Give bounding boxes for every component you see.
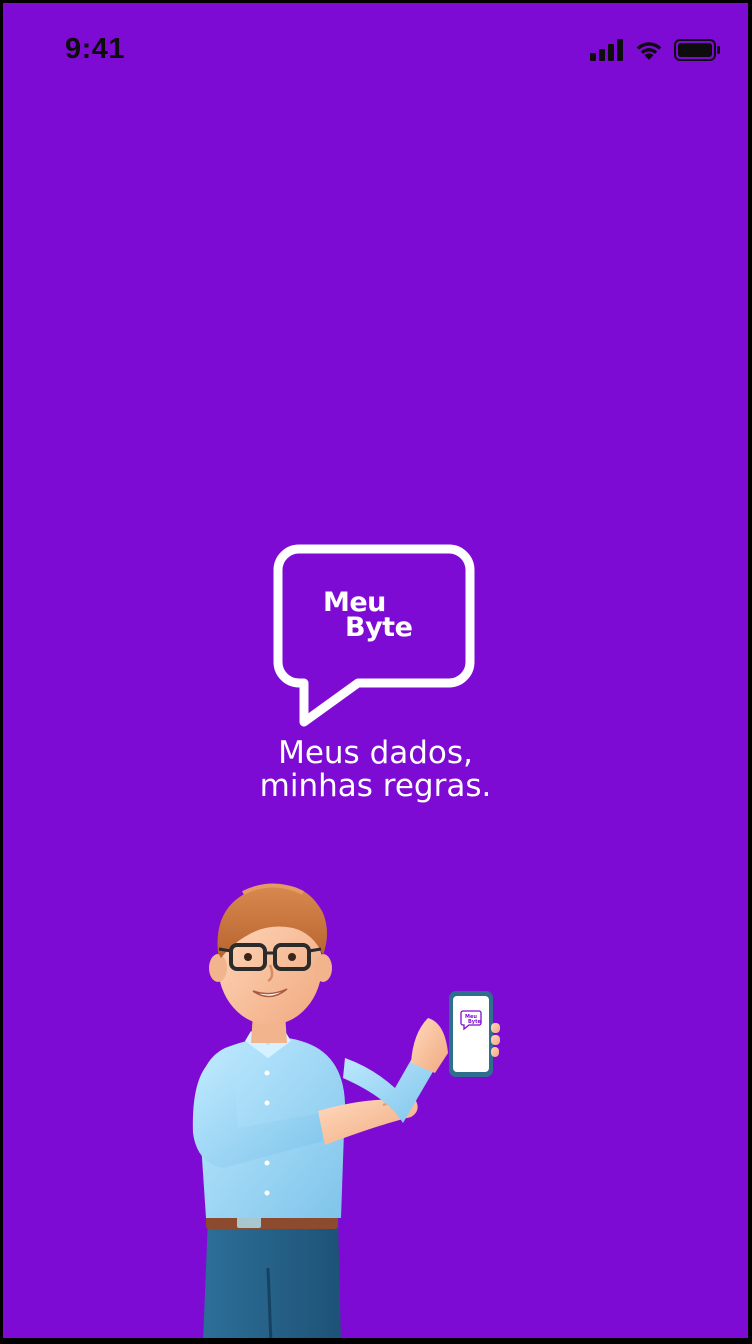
tagline-line-2: minhas regras. — [259, 768, 492, 804]
tagline: Meus dados, minhas regras. — [3, 737, 748, 803]
status-bar: 9:41 — [3, 3, 748, 99]
battery-icon — [674, 39, 720, 61]
wifi-icon — [636, 42, 662, 60]
logo-word-byte: Byte — [345, 612, 413, 643]
status-icons — [590, 37, 720, 63]
character-svg: Meu Byte — [192, 883, 500, 1338]
tagline-line-1: Meus dados, — [278, 735, 473, 771]
meubyte-logo: Meu Byte — [273, 544, 475, 729]
man-holding-phone-illustration: Meu Byte — [173, 873, 533, 1338]
splash-screen: 9:41 Meu Byte Meus dados, minhas regras.… — [3, 3, 748, 1338]
cellular-signal-icon — [590, 39, 623, 61]
status-time: 9:41 — [65, 33, 126, 65]
svg-text:Byte: Byte — [468, 1019, 481, 1025]
